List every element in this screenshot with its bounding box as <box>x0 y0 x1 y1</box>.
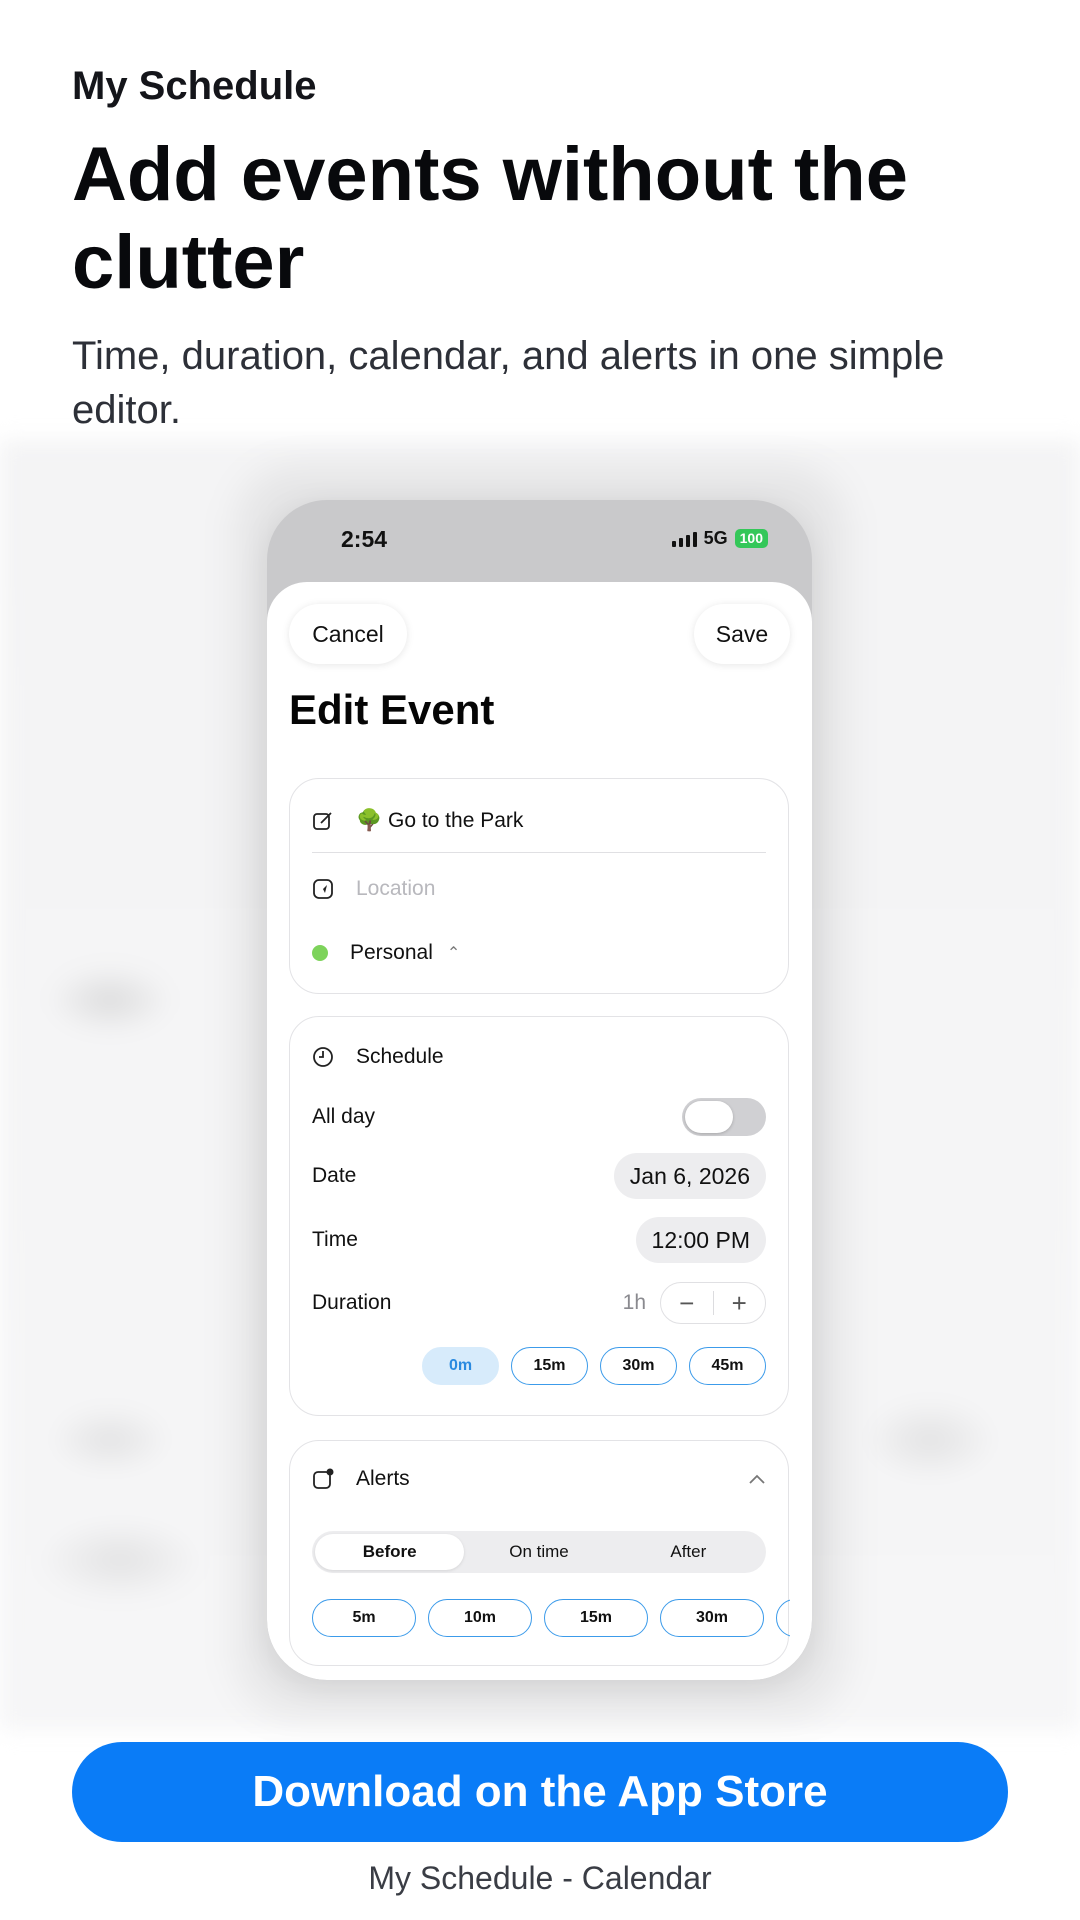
minute-chips: 0m 15m 30m 45m <box>422 1347 766 1385</box>
time-picker[interactable]: 12:00 PM <box>635 1217 766 1263</box>
duration-label: Duration <box>312 1291 392 1314</box>
plus-button[interactable]: + <box>714 1283 766 1323</box>
alert-chip-15m[interactable]: 15m <box>544 1599 648 1637</box>
duration-value: 1h <box>622 1291 646 1314</box>
duration-control: 1h − + <box>623 1282 766 1324</box>
alerts-label: Alerts <box>356 1467 410 1490</box>
status-time: 2:54 <box>341 526 388 552</box>
alerts-header[interactable]: Alerts <box>312 1459 766 1499</box>
calendar-name: Personal <box>350 941 433 964</box>
alert-chip-5m[interactable]: 5m <box>312 1599 416 1637</box>
event-details-card: 🌳 Go to the Park Location Personal ⌃ <box>289 778 789 994</box>
clock-icon <box>312 1046 334 1068</box>
calendar-color-dot <box>312 945 328 961</box>
duration-row: Duration 1h − + <box>312 1281 766 1325</box>
date-label: Date <box>312 1164 357 1187</box>
time-row: Time 12:00 PM <box>312 1217 766 1263</box>
alerts-card: Alerts Before On time After 5m 10m 15m 3… <box>289 1440 790 1666</box>
alert-chip-partial[interactable] <box>776 1599 790 1637</box>
notification-icon <box>312 1468 334 1490</box>
all-day-label: All day <box>312 1105 376 1128</box>
divider <box>312 852 766 853</box>
status-bar: 2:54 5G 100 <box>267 500 812 582</box>
download-app-store-button[interactable]: Download on the App Store <box>72 1742 1008 1842</box>
schedule-card: Schedule All day Date Jan 6, 2026 Time 1… <box>289 1016 789 1416</box>
app-name: My Schedule <box>72 64 317 108</box>
location-row[interactable]: Location <box>312 869 766 909</box>
event-title-row[interactable]: 🌳 Go to the Park <box>312 801 766 841</box>
all-day-row: All day <box>312 1097 766 1137</box>
edit-event-sheet: Cancel Save Edit Event 🌳 Go to the Park … <box>267 582 812 1680</box>
all-day-toggle[interactable] <box>682 1098 766 1136</box>
alert-chips: 5m 10m 15m 30m <box>312 1599 790 1637</box>
network-label: 5G <box>703 528 728 548</box>
subline: Time, duration, calendar, and alerts in … <box>72 334 945 432</box>
phone-mockup: 2:54 5G 100 Cancel Save Edit Event 🌳 Go … <box>267 500 812 1680</box>
signal-icon <box>671 531 697 547</box>
chip-30m[interactable]: 30m <box>600 1347 677 1385</box>
edit-icon <box>312 810 334 832</box>
date-row: Date Jan 6, 2026 <box>312 1153 766 1199</box>
chevron-up-down-icon: ⌃ <box>446 945 461 962</box>
footer-caption: My Schedule - Calendar <box>368 1860 712 1896</box>
event-title-field[interactable]: 🌳 Go to the Park <box>356 809 523 833</box>
alert-chip-10m[interactable]: 10m <box>428 1599 532 1637</box>
alert-timing-segmented-control: Before On time After <box>312 1531 766 1573</box>
time-label: Time <box>312 1228 358 1251</box>
schedule-label: Schedule <box>356 1045 444 1068</box>
segment-after[interactable]: After <box>614 1534 763 1570</box>
location-arrow-icon <box>312 878 334 900</box>
headline: Add events without the clutter <box>72 132 908 305</box>
toggle-knob <box>685 1101 733 1133</box>
battery-icon: 100 <box>734 529 768 548</box>
minus-button[interactable]: − <box>661 1283 713 1323</box>
alert-chip-30m[interactable]: 30m <box>660 1599 764 1637</box>
header: My Schedule Add events without the clutt… <box>72 64 1032 437</box>
segment-on-time[interactable]: On time <box>464 1534 613 1570</box>
location-field[interactable]: Location <box>356 877 435 901</box>
status-indicators: 5G 100 <box>671 528 768 549</box>
schedule-header: Schedule <box>312 1037 766 1077</box>
save-button[interactable]: Save <box>694 604 790 664</box>
date-picker[interactable]: Jan 6, 2026 <box>613 1153 766 1199</box>
segment-before[interactable]: Before <box>315 1534 465 1570</box>
duration-stepper: − + <box>660 1282 766 1324</box>
page-title: Edit Event <box>289 686 495 733</box>
cancel-button[interactable]: Cancel <box>289 604 407 664</box>
chip-15m[interactable]: 15m <box>511 1347 588 1385</box>
calendar-picker[interactable]: Personal ⌃ <box>312 933 766 973</box>
chip-0m[interactable]: 0m <box>422 1347 499 1385</box>
chevron-up-icon[interactable] <box>748 1467 766 1491</box>
chip-45m[interactable]: 45m <box>689 1347 766 1385</box>
